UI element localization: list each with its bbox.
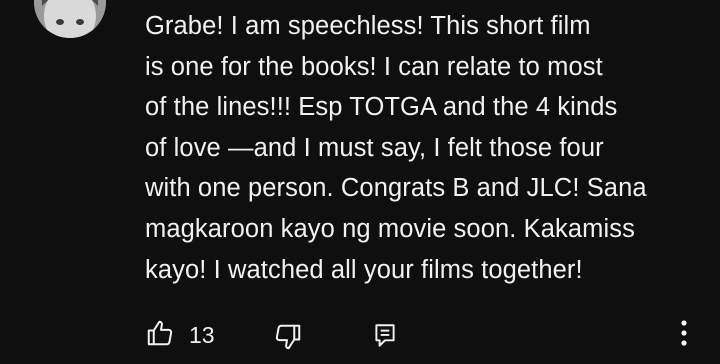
reply-icon <box>372 322 398 355</box>
comment-text: Grabe! I am speechless! This short film … <box>145 12 647 284</box>
reply-button[interactable] <box>372 322 398 355</box>
more-options-button[interactable] <box>674 318 694 353</box>
user-avatar-image <box>34 0 106 38</box>
like-button[interactable]: 13 <box>145 318 215 353</box>
thumb-down-icon <box>273 322 303 357</box>
comment-item: Grabe! I am speechless! This short film … <box>0 0 720 364</box>
comment-actions: 13 <box>0 312 720 362</box>
dislike-button[interactable] <box>273 322 303 357</box>
more-vertical-icon <box>674 318 694 353</box>
avatar[interactable] <box>34 0 106 38</box>
thumb-up-icon <box>145 318 175 353</box>
like-count: 13 <box>189 322 215 348</box>
